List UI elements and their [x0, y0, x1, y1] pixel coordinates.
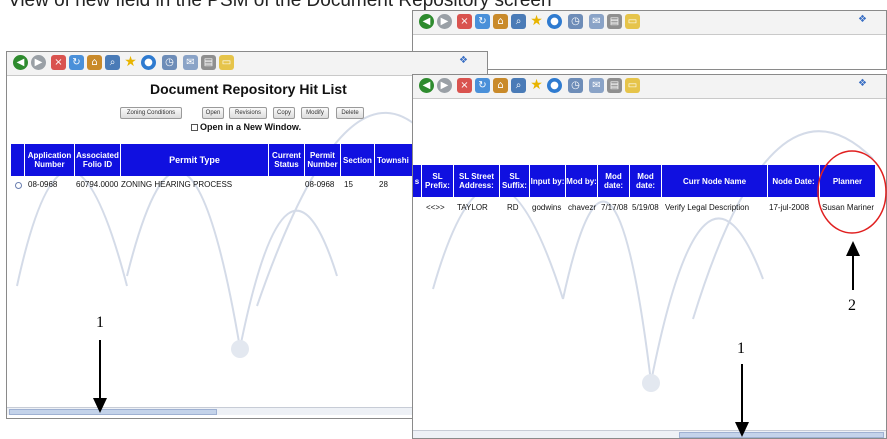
- arrow-down-icon: [735, 364, 749, 437]
- media-icon[interactable]: ●: [547, 78, 562, 93]
- cell-permit-number: 08-0968: [305, 180, 335, 189]
- open-new-window-checkbox[interactable]: [191, 124, 198, 131]
- cell-mod-by: chavezr: [568, 203, 597, 212]
- favorites-icon[interactable]: ★: [529, 14, 544, 29]
- back-icon[interactable]: ◀: [419, 14, 434, 29]
- col-header-blank: [11, 144, 25, 176]
- home-icon[interactable]: ⌂: [493, 78, 508, 93]
- horizontal-scrollbar[interactable]: [413, 430, 886, 438]
- print-icon[interactable]: ▤: [201, 55, 216, 70]
- back-icon[interactable]: ◀: [13, 55, 28, 70]
- home-icon[interactable]: ⌂: [493, 14, 508, 29]
- browser-window-right: ◀ ▶ × ↻ ⌂ ⌕ ★ ● ◷ ✉ ▤ ▭ ❖ s SL Prefix: S…: [412, 74, 887, 439]
- col-header-section: Section: [341, 144, 375, 176]
- favorites-icon[interactable]: ★: [123, 55, 138, 70]
- history-icon[interactable]: ◷: [568, 78, 583, 93]
- open-button[interactable]: Open: [202, 107, 224, 119]
- row-select-radio[interactable]: [15, 182, 22, 189]
- home-icon[interactable]: ⌂: [87, 55, 102, 70]
- forward-icon[interactable]: ▶: [437, 78, 452, 93]
- history-icon[interactable]: ◷: [162, 55, 177, 70]
- browser-toolbar: ◀ ▶ × ↻ ⌂ ⌕ ★ ● ◷ ✉ ▤ ▭ ❖: [413, 75, 886, 99]
- delete-button[interactable]: Delete: [336, 107, 364, 119]
- refresh-icon[interactable]: ↻: [475, 14, 490, 29]
- cell-mod-date-2: 5/19/08: [632, 203, 659, 212]
- stop-icon[interactable]: ×: [51, 55, 66, 70]
- cell-folio-id: 60794.0000: [76, 180, 119, 189]
- browser-logo-icon: ❖: [858, 78, 867, 89]
- open-new-window-label: Open in a New Window.: [200, 122, 302, 132]
- stop-icon[interactable]: ×: [457, 78, 472, 93]
- mail-icon[interactable]: ✉: [183, 55, 198, 70]
- col-header-current-status: Current Status: [269, 144, 305, 176]
- forward-icon[interactable]: ▶: [31, 55, 46, 70]
- copy-button[interactable]: Copy: [273, 107, 295, 119]
- revisions-button[interactable]: Revisions: [229, 107, 267, 119]
- search-icon[interactable]: ⌕: [105, 55, 120, 70]
- stop-icon[interactable]: ×: [457, 14, 472, 29]
- print-icon[interactable]: ▤: [607, 78, 622, 93]
- media-icon[interactable]: ●: [141, 55, 156, 70]
- cell-input-by: godwins: [532, 203, 562, 212]
- open-new-window-option[interactable]: Open in a New Window.: [191, 122, 301, 132]
- refresh-icon[interactable]: ↻: [475, 78, 490, 93]
- col-header-sl-prefix: SL Prefix:: [422, 165, 454, 197]
- cell-section: 15: [344, 180, 353, 189]
- media-icon[interactable]: ●: [547, 14, 562, 29]
- search-icon[interactable]: ⌕: [511, 78, 526, 93]
- browser-toolbar: ◀ ▶ × ↻ ⌂ ⌕ ★ ● ◷ ✉ ▤ ▭ ❖: [7, 52, 487, 76]
- browser-toolbar: ◀ ▶ × ↻ ⌂ ⌕ ★ ● ◷ ✉ ▤ ▭ ❖: [413, 11, 886, 35]
- mail-icon[interactable]: ✉: [589, 78, 604, 93]
- page-title: Document Repository Hit List: [150, 81, 347, 97]
- col-header-application-number: Application Number: [25, 144, 75, 176]
- cell-node-date: 17-jul-2008: [769, 203, 810, 212]
- search-icon[interactable]: ⌕: [511, 14, 526, 29]
- cell-application-number: 08-0968: [28, 180, 58, 189]
- cell-mod-date-1: 7/17/08: [601, 203, 628, 212]
- col-header-sl-street-address: SL Street Address:: [454, 165, 500, 197]
- cell-curr-node-name: Verify Legal Description: [665, 203, 750, 212]
- cell-sl-suffix: RD: [507, 203, 519, 212]
- marker-label-1-left: 1: [96, 314, 104, 331]
- scrollbar-thumb[interactable]: [679, 432, 884, 438]
- cell-sl-prefix: <<>>: [426, 203, 445, 212]
- scrollbar-thumb[interactable]: [9, 409, 217, 415]
- browser-logo-icon: ❖: [459, 55, 468, 66]
- refresh-icon[interactable]: ↻: [69, 55, 84, 70]
- arrow-down-icon: [93, 340, 107, 413]
- folder-icon[interactable]: ▭: [625, 78, 640, 93]
- folder-icon[interactable]: ▭: [625, 14, 640, 29]
- browser-logo-icon: ❖: [858, 14, 867, 25]
- modify-button[interactable]: Modify: [301, 107, 329, 119]
- col-header-curr-node-name: Curr Node Name: [662, 165, 768, 197]
- folder-icon[interactable]: ▭: [219, 55, 234, 70]
- cell-permit-type: ZONING HEARING PROCESS: [121, 180, 233, 189]
- col-header-sl-suffix: SL Suffix:: [500, 165, 530, 197]
- zoning-conditions-button[interactable]: Zoning Conditions: [120, 107, 182, 119]
- marker-label-2: 2: [848, 297, 856, 314]
- forward-icon[interactable]: ▶: [437, 14, 452, 29]
- arrow-up-icon: [846, 241, 860, 290]
- marker-label-1-right: 1: [737, 340, 745, 357]
- col-header-input-by: Input by:: [530, 165, 566, 197]
- favorites-icon[interactable]: ★: [529, 78, 544, 93]
- history-icon[interactable]: ◷: [568, 14, 583, 29]
- col-header-mod-by: Mod by:: [566, 165, 598, 197]
- mail-icon[interactable]: ✉: [589, 14, 604, 29]
- col-header-mod-date-1: Mod date:: [598, 165, 630, 197]
- col-header-mod-date-2: Mod date:: [630, 165, 662, 197]
- cell-township: 28: [379, 180, 388, 189]
- col-header-partial: s: [413, 165, 422, 197]
- col-header-folio-id: Associated Folio ID: [75, 144, 121, 176]
- highlight-circle: [817, 150, 887, 234]
- col-header-permit-number: Permit Number: [305, 144, 341, 176]
- cell-sl-street-address: TAYLOR: [457, 203, 488, 212]
- back-icon[interactable]: ◀: [419, 78, 434, 93]
- print-icon[interactable]: ▤: [607, 14, 622, 29]
- col-header-permit-type: Permit Type: [121, 144, 269, 176]
